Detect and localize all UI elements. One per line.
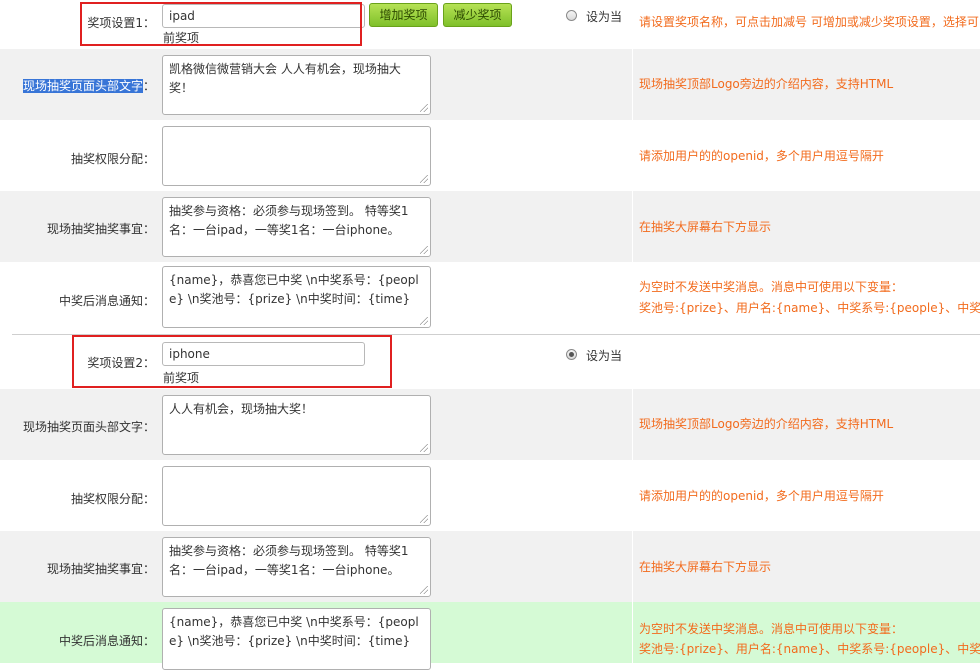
prize2-matters-label: 现场抽奖抽奖事宜： [46, 562, 155, 576]
prize2-matters-textarea[interactable]: 抽奖参与资格：必须参与现场签到。 特等奖1名：一台ipad，一等奖1名：一台ip… [162, 537, 431, 597]
prize1-permission-hint: 请添加用户的的openid，多个用户用逗号隔开 [639, 149, 884, 163]
prize2-header-text-row: 现场抽奖页面头部文字： 人人有机会，现场抽大奖！ 现场抽奖顶部Logo旁边的介绍… [0, 389, 980, 460]
prize2-matters-row: 现场抽奖抽奖事宜： 抽奖参与资格：必须参与现场签到。 特等奖1名：一台ipad，… [0, 531, 980, 602]
prize2-notify-row: 中奖后消息通知： {name}，恭喜您已中奖 \n中奖系号：{people} \… [0, 602, 980, 670]
remove-prize-button[interactable]: 减少奖项 [443, 3, 512, 27]
prize1-setting-row: 奖项设置1： ipad 前奖项 增加奖项 减少奖项 设为当 请设置奖项名称，可点… [0, 0, 980, 49]
prize1-matters-value: 抽奖参与资格：必须参与现场签到。 特等奖1名：一台ipad，一等奖1名：一台ip… [169, 204, 409, 237]
prize1-matters-row: 现场抽奖抽奖事宜： 抽奖参与资格：必须参与现场签到。 特等奖1名：一台ipad，… [0, 191, 980, 262]
column-divider [632, 602, 633, 663]
prize2-radio-label: 设为当 [586, 349, 623, 363]
prize1-permission-textarea[interactable] [162, 126, 431, 186]
column-divider [632, 531, 633, 602]
prize2-notify-label: 中奖后消息通知： [58, 634, 155, 648]
prize1-notify-textarea[interactable]: {name}，恭喜您已中奖 \n中奖系号：{people} \n奖池号：{pri… [162, 266, 431, 328]
prize1-header-text-label-colon: ： [142, 79, 155, 93]
prize1-matters-label: 现场抽奖抽奖事宜： [46, 222, 155, 236]
prize1-notify-hint-line2: 奖池号:{prize}、用户名:{name}、中奖系号:{people}、中奖时… [639, 301, 980, 315]
prize2-permission-hint: 请添加用户的的openid，多个用户用逗号隔开 [639, 489, 884, 503]
prize2-notify-hint-line1: 为空时不发送中奖消息。消息中可使用以下变量： [639, 622, 904, 636]
prize1-header-text-row: 现场抽奖页面头部文字： 凯格微信微营销大会 人人有机会，现场抽大奖！ 现场抽奖顶… [0, 49, 980, 120]
prize2-permission-label: 抽奖权限分配： [70, 492, 155, 506]
prize1-radio-label: 设为当 [586, 10, 623, 24]
resize-grip-icon[interactable] [420, 515, 428, 523]
prize1-current-radio[interactable] [566, 10, 577, 21]
prize2-notify-textarea[interactable]: {name}，恭喜您已中奖 \n中奖系号：{people} \n奖池号：{pri… [162, 608, 431, 670]
resize-grip-icon[interactable] [420, 317, 428, 325]
prize1-permission-label: 抽奖权限分配： [70, 152, 155, 166]
resize-grip-icon[interactable] [420, 104, 428, 112]
prize1-notify-label: 中奖后消息通知： [58, 294, 155, 308]
prize2-header-text-value: 人人有机会，现场抽大奖！ [169, 402, 314, 416]
resize-grip-icon[interactable] [420, 444, 428, 452]
prize1-header-text-label: 现场抽奖页面头部文字： [12, 77, 155, 94]
add-prize-button[interactable]: 增加奖项 [369, 3, 438, 27]
prize2-permission-textarea[interactable] [162, 466, 431, 526]
prize1-matters-hint: 在抽奖大屏幕右下方显示 [639, 220, 772, 234]
prize2-matters-hint: 在抽奖大屏幕右下方显示 [639, 560, 772, 574]
prize2-header-text-textarea[interactable]: 人人有机会，现场抽大奖！ [162, 395, 431, 455]
prize1-notify-hint-line1: 为空时不发送中奖消息。消息中可使用以下变量： [639, 280, 904, 294]
prize1-callout-box [80, 2, 362, 46]
prize2-header-text-label: 现场抽奖页面头部文字： [22, 420, 155, 434]
prize1-notify-row: 中奖后消息通知： {name}，恭喜您已中奖 \n中奖系号：{people} \… [0, 262, 980, 334]
prize1-permission-row: 抽奖权限分配： 请添加用户的的openid，多个用户用逗号隔开 [0, 120, 980, 191]
prize2-notify-hint-line2: 奖池号:{prize}、用户名:{name}、中奖系号:{people}、中奖时… [639, 642, 980, 656]
resize-grip-icon[interactable] [420, 175, 428, 183]
resize-grip-icon[interactable] [420, 586, 428, 594]
column-divider [632, 49, 633, 120]
prize2-setting-row: 奖项设置2： iphone 前奖项 设为当 [0, 335, 980, 389]
prize1-setting-hint: 请设置奖项名称，可点击加减号 可增加或减少奖项设置，选择可 [639, 15, 979, 29]
prize1-matters-textarea[interactable]: 抽奖参与资格：必须参与现场签到。 特等奖1名：一台ipad，一等奖1名：一台ip… [162, 197, 431, 257]
prize1-header-text-label-selected: 现场抽奖页面头部文字 [22, 79, 143, 93]
column-divider [632, 389, 633, 460]
prize1-header-text-textarea[interactable]: 凯格微信微营销大会 人人有机会，现场抽大奖！ [162, 55, 431, 115]
prize2-matters-value: 抽奖参与资格：必须参与现场签到。 特等奖1名：一台ipad，一等奖1名：一台ip… [169, 544, 409, 577]
prize2-permission-row: 抽奖权限分配： 请添加用户的的openid，多个用户用逗号隔开 [0, 460, 980, 531]
prize1-notify-value: {name}，恭喜您已中奖 \n中奖系号：{people} \n奖池号：{pri… [169, 273, 419, 306]
prize1-header-text-hint: 现场抽奖顶部Logo旁边的介绍内容，支持HTML [639, 77, 894, 91]
prize2-header-text-hint: 现场抽奖顶部Logo旁边的介绍内容，支持HTML [639, 417, 894, 431]
prize2-current-radio[interactable] [566, 349, 577, 360]
column-divider [632, 191, 633, 262]
prize2-callout-box [72, 335, 392, 388]
prize2-notify-value: {name}，恭喜您已中奖 \n中奖系号：{people} \n奖池号：{pri… [169, 615, 419, 648]
prize1-header-text-value: 凯格微信微营销大会 人人有机会，现场抽大奖！ [169, 62, 401, 95]
resize-grip-icon[interactable] [420, 246, 428, 254]
